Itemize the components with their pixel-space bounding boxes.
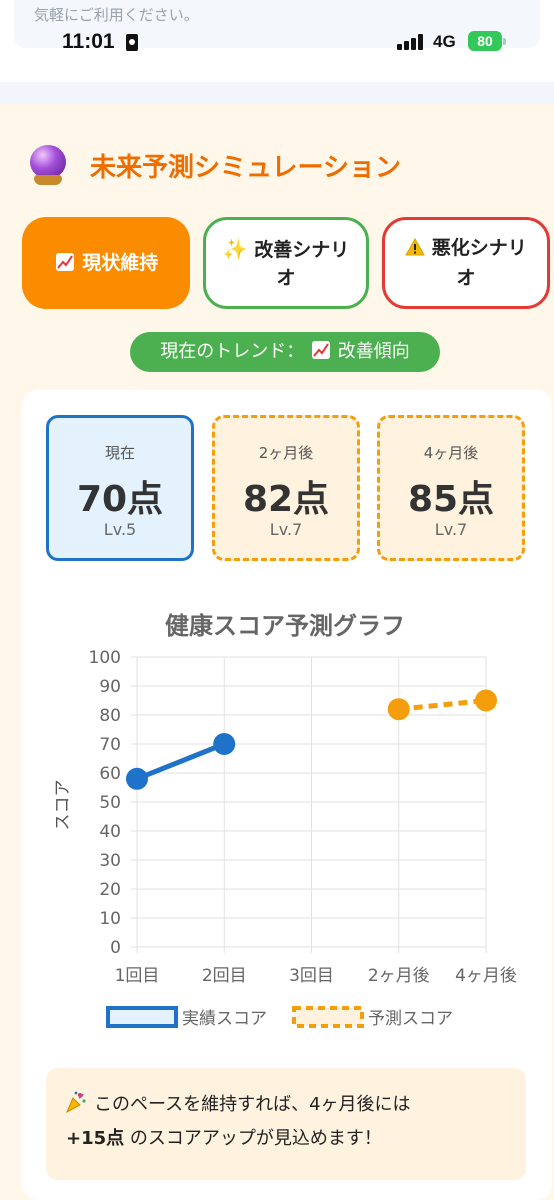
y-tick-label: 10 <box>99 909 121 929</box>
section-header: 未来予測シミュレーション <box>28 140 401 190</box>
x-tick-label: 3回目 <box>289 966 334 986</box>
forecast-message: このペースを維持すれば、4ヶ月後には +15点 のスコアアップが見込めます！ <box>46 1068 526 1180</box>
legend-label-0: 実績スコア <box>182 1009 267 1029</box>
score-label: 2ヶ月後 <box>258 444 314 462</box>
y-tick-label: 40 <box>99 822 121 842</box>
legend-label-1: 予測スコア <box>368 1009 453 1029</box>
divider-band <box>0 82 554 104</box>
network-type: 4G <box>433 32 456 51</box>
scenario-button-improve[interactable]: ✨ 改善シナリオ <box>203 217 369 309</box>
trend-prefix: 現在のトレンド： <box>160 341 305 362</box>
score-value: 70点 <box>76 479 164 520</box>
data-point <box>387 698 410 721</box>
battery-level: 80 <box>477 33 493 49</box>
data-point <box>475 689 497 712</box>
data-point <box>126 767 148 790</box>
chart-up-icon <box>55 253 74 271</box>
y-tick-label: 70 <box>99 735 121 755</box>
y-tick-label: 30 <box>99 851 121 871</box>
message-line1: このペースを維持すれば、4ヶ月後には <box>94 1094 411 1115</box>
score-card-2-months: 2ヶ月後 82点 Lv.7 <box>212 415 360 561</box>
battery-cap <box>503 38 506 45</box>
score-level: Lv.5 <box>103 520 137 539</box>
x-tick-label: 4ヶ月後 <box>455 966 517 986</box>
y-tick-label: 20 <box>99 880 121 900</box>
score-card-current: 現在 70点 Lv.5 <box>46 415 194 561</box>
y-axis-label: スコア <box>53 780 73 831</box>
section-title: 未来予測シミュレーション <box>90 152 401 183</box>
chart-title: 健康スコア予測グラフ <box>165 612 405 640</box>
trend-badge: 現在のトレンド： 改善傾向 <box>130 332 440 372</box>
legend-swatch-0 <box>106 1006 178 1028</box>
score-forecast-chart: 健康スコア予測グラフ 0 10 20 30 40 50 60 70 80 90 100 1回目 2回目 3回… <box>53 612 517 1029</box>
data-point <box>213 733 236 755</box>
x-tick-label: 2ヶ月後 <box>368 966 430 986</box>
top-hint-text: 気軽にご利用ください。 <box>34 6 199 24</box>
score-level: Lv.7 <box>434 520 468 539</box>
score-value: 85点 <box>407 479 495 520</box>
crystal-ball-icon <box>28 145 68 185</box>
y-tick-label: 100 <box>89 648 121 668</box>
message-highlight: +15点 <box>66 1128 125 1149</box>
message-line2: のスコアアップが見込めます！ <box>124 1128 382 1149</box>
battery-icon: 80 <box>468 31 502 51</box>
score-label: 4ヶ月後 <box>423 444 479 462</box>
party-popper-icon <box>65 1091 86 1114</box>
status-bar: 11:01 4G 80 <box>0 28 554 58</box>
y-tick-label: 60 <box>99 764 121 784</box>
trend-value: 改善傾向 <box>337 341 410 362</box>
status-time: 11:01 <box>62 30 115 53</box>
legend-swatch-1 <box>292 1006 364 1028</box>
sim-card-icon <box>126 34 138 51</box>
series-line-0 <box>136 741 226 782</box>
series-line-1 <box>398 698 487 712</box>
y-tick-label: 80 <box>99 706 121 726</box>
warning-icon <box>405 236 426 264</box>
scenario-label-worse: 悪化シナリオ <box>431 237 527 289</box>
score-label: 現在 <box>104 444 135 462</box>
scenario-label-current: 現状維持 <box>82 252 159 274</box>
y-tick-label: 90 <box>99 677 121 697</box>
y-tick-label: 0 <box>110 938 121 958</box>
score-level: Lv.7 <box>269 520 303 539</box>
score-value: 82点 <box>242 479 330 520</box>
x-tick-label: 2回目 <box>202 966 247 986</box>
sparkles-icon: ✨ <box>222 236 248 261</box>
scenario-label-improve: 改善シナリオ <box>254 238 350 289</box>
y-tick-label: 50 <box>99 793 121 813</box>
x-tick-label: 1回目 <box>115 966 160 986</box>
scenario-button-worse[interactable]: 悪化シナリオ <box>382 217 550 309</box>
signal-icon <box>397 34 427 50</box>
chart-up-icon <box>312 341 330 359</box>
scenario-button-current[interactable]: 現状維持 <box>22 217 190 309</box>
score-card-4-months: 4ヶ月後 85点 Lv.7 <box>377 415 525 561</box>
